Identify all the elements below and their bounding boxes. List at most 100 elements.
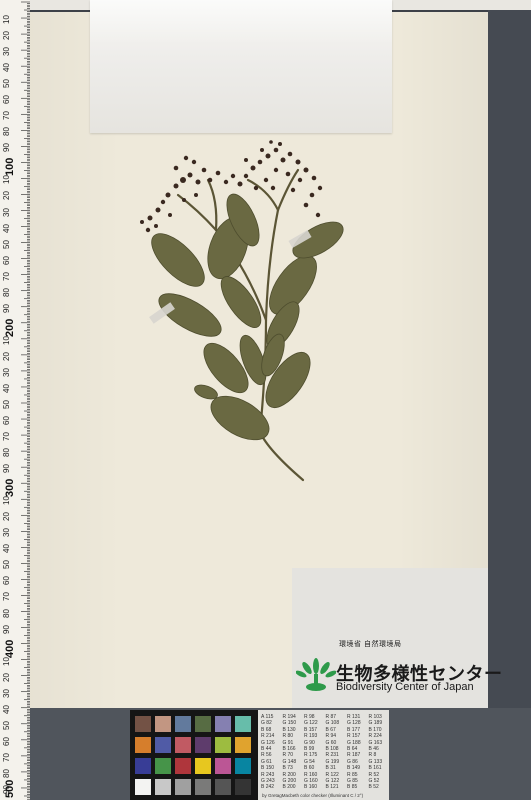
- color-value-cell: B 73: [282, 765, 293, 772]
- color-chip: [235, 737, 251, 753]
- color-chip: [215, 779, 231, 795]
- color-value-cell: G 133: [368, 758, 383, 765]
- color-value-cell: B 108: [325, 746, 339, 752]
- color-value-cell: G 108: [325, 720, 340, 727]
- color-value-cell: G 90: [304, 739, 315, 746]
- leaf-logo-icon: [296, 658, 336, 691]
- color-value-cell: G 86: [347, 758, 358, 765]
- color-value-cell: R 200: [282, 771, 296, 778]
- color-value-cell: G 163: [368, 739, 383, 746]
- ruler-minor-label: 90: [2, 624, 11, 634]
- ruler-major-label: 500: [4, 779, 16, 798]
- color-value-cell: R 193: [304, 733, 318, 740]
- ruler-minor-label: 90: [2, 464, 11, 474]
- color-value-cell: G 200: [282, 778, 297, 784]
- color-chip: [235, 758, 251, 774]
- color-value-cell: R 98: [304, 714, 315, 720]
- color-value-cell: R 231: [325, 752, 339, 759]
- color-value-cell: G 148: [282, 758, 297, 765]
- color-value-cell: B 177: [347, 726, 361, 733]
- color-value-cell: B 68: [261, 726, 272, 733]
- plant-specimen: [140, 140, 344, 482]
- color-chip: [215, 758, 231, 774]
- institution-label: 環境省 自然環境局 生物多様性センター Biodiversity Center …: [292, 568, 502, 708]
- color-value-cell: G 91: [282, 739, 294, 746]
- color-value-cell: G 61: [261, 758, 272, 765]
- color-value-cell: R 52: [368, 771, 380, 778]
- color-chip: [195, 758, 211, 774]
- color-chip: [135, 779, 151, 795]
- color-value-cell: B 60: [304, 765, 315, 772]
- color-value-cell: G 150: [282, 720, 297, 727]
- color-reference-caption: by GretagMacbeth color checker (Illumina…: [262, 793, 364, 798]
- color-chip: [175, 779, 191, 795]
- color-value-cell: R 103: [368, 714, 382, 720]
- color-value-cell: G 188: [347, 739, 361, 746]
- color-value-cell: B 149: [347, 765, 361, 772]
- color-chip: [195, 737, 211, 753]
- color-value-cell: B 52: [368, 784, 379, 791]
- color-value-cell: R 243: [261, 771, 275, 778]
- color-value-cell: G 82: [261, 720, 272, 727]
- color-chip: [155, 737, 171, 753]
- color-value-cell: R 8: [368, 752, 377, 759]
- color-value-cell: R 224: [368, 733, 382, 740]
- color-value-cell: B 64: [347, 746, 358, 752]
- color-value-cell: R 85: [347, 771, 358, 778]
- color-value-cell: G 122: [304, 720, 318, 727]
- color-value-cell: R 70: [282, 752, 294, 759]
- color-value-cell: R 87: [325, 714, 337, 720]
- color-value-cell: G 243: [261, 778, 275, 784]
- color-checker: [130, 710, 258, 800]
- color-chip: [215, 737, 231, 753]
- color-value-cell: G 160: [304, 778, 318, 784]
- color-chip: [195, 716, 211, 732]
- color-chip: [215, 716, 231, 732]
- color-chip: [235, 779, 251, 795]
- color-value-cell: B 150: [261, 765, 275, 772]
- color-value-cell: B 161: [368, 765, 382, 772]
- measurement-ruler: 10 20 30 40 50 60 70 80 90 100 10 20 30 40 50 60 70 80 90 2…: [0, 0, 30, 800]
- color-value-cell: A 115: [261, 714, 274, 720]
- institution-org-text: 環境省 自然環境局: [339, 641, 402, 648]
- color-value-cell: R 160: [304, 771, 318, 778]
- ruler-minor-label: 90: [2, 143, 11, 153]
- color-value-cell: G 199: [325, 758, 340, 765]
- color-value-cell: R 194: [282, 714, 296, 720]
- color-value-cell: G 126: [261, 739, 275, 746]
- color-value-cell: G 52: [368, 778, 380, 784]
- color-value-cell: B 130: [282, 726, 296, 733]
- color-value-cell: B 46: [368, 746, 379, 752]
- color-chip: [135, 758, 151, 774]
- color-value-cell: R 94: [325, 733, 337, 740]
- color-value-cell: R 56: [261, 752, 272, 759]
- color-chip: [175, 716, 191, 732]
- color-value-cell: B 44: [261, 746, 272, 752]
- color-value-cell: B 170: [368, 726, 382, 733]
- color-value-cell: B 242: [261, 784, 275, 791]
- color-value-cell: G 189: [368, 720, 383, 727]
- color-value-cell: R 131: [347, 714, 361, 720]
- color-value-cell: R 122: [325, 771, 339, 778]
- color-value-cell: G 85: [347, 778, 358, 784]
- color-value-cell: G 54: [304, 758, 315, 765]
- color-value-cell: R 214: [261, 733, 275, 740]
- color-value-cell: B 67: [325, 726, 336, 733]
- color-chip: [155, 716, 171, 732]
- ruler-minor-label: 90: [2, 303, 11, 313]
- color-value-cell: G 60: [325, 739, 337, 746]
- color-value-cell: B 157: [304, 726, 318, 733]
- color-chip: [135, 716, 151, 732]
- packet-flap: [90, 0, 392, 42]
- color-value-cell: B 166: [282, 746, 296, 752]
- color-reference-card: by GretagMacbeth color checker (Illumina…: [258, 710, 389, 800]
- color-value-cell: R 157: [347, 733, 361, 740]
- color-chip: [235, 716, 251, 732]
- color-value-cell: B 160: [304, 784, 318, 791]
- color-value-cell: B 200: [282, 784, 296, 791]
- color-value-cell: R 80: [282, 733, 294, 740]
- color-value-cell: R 175: [304, 752, 318, 759]
- color-value-cell: B 85: [347, 784, 358, 791]
- color-value-cell: B 99: [304, 746, 315, 752]
- institution-title-en: Biodiversity Center of Japan: [336, 681, 474, 693]
